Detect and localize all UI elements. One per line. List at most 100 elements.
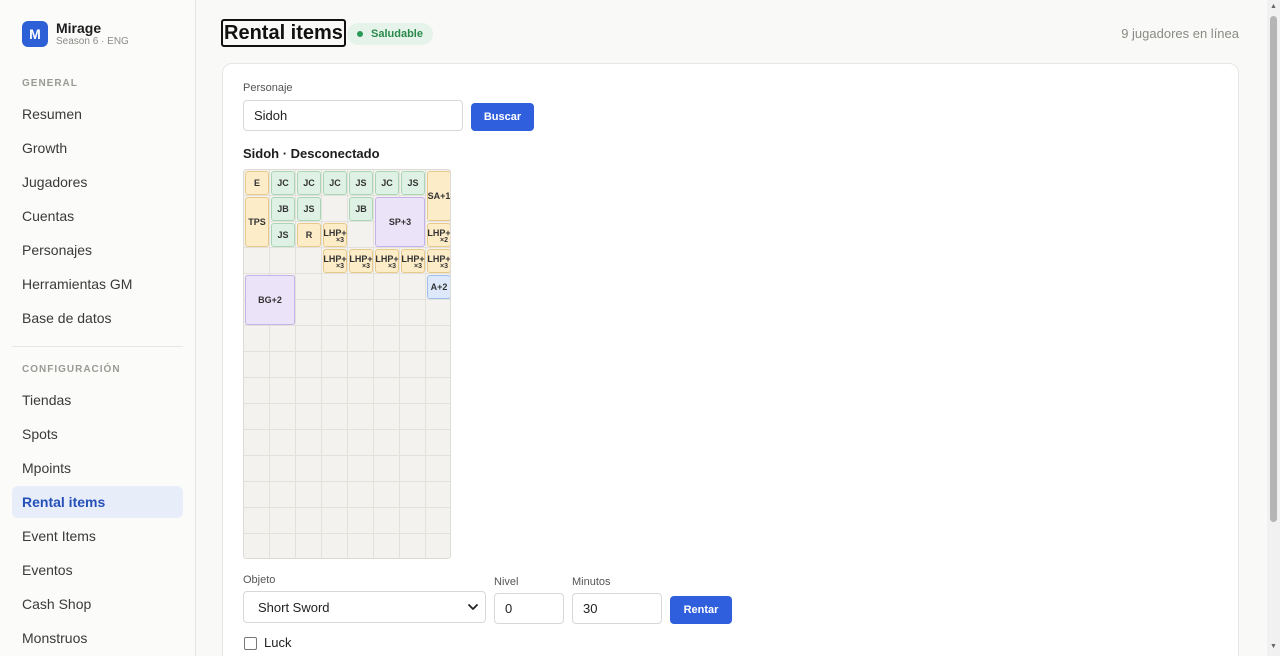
inventory-slot[interactable] <box>296 326 322 352</box>
inventory-slot[interactable] <box>400 352 426 378</box>
inventory-slot[interactable] <box>348 300 374 326</box>
inventory-slot[interactable] <box>322 534 348 558</box>
inventory-slot[interactable] <box>426 326 450 352</box>
inventory-slot[interactable] <box>296 430 322 456</box>
inventory-slot[interactable] <box>244 248 270 274</box>
inventory-slot[interactable] <box>400 404 426 430</box>
inventory-slot[interactable] <box>322 300 348 326</box>
inventory-slot[interactable] <box>322 326 348 352</box>
inventory-item[interactable]: JS <box>297 197 321 221</box>
inventory-slot[interactable] <box>296 248 322 274</box>
inventory-slot[interactable] <box>374 508 400 534</box>
page-scrollbar[interactable]: ▲ ▼ <box>1267 0 1280 656</box>
inventory-slot[interactable] <box>400 326 426 352</box>
character-search-input[interactable]: Sidoh <box>243 100 463 131</box>
inventory-slot[interactable] <box>374 456 400 482</box>
inventory-slot[interactable] <box>348 430 374 456</box>
sidebar-item-personajes[interactable]: Personajes <box>12 234 183 266</box>
inventory-item[interactable]: JC <box>323 171 347 195</box>
inventory-slot[interactable] <box>296 456 322 482</box>
inventory-item[interactable]: JB <box>349 197 373 221</box>
sidebar-item-growth[interactable]: Growth <box>12 132 183 164</box>
inventory-slot[interactable] <box>322 196 348 222</box>
inventory-slot[interactable] <box>296 352 322 378</box>
sidebar-item-resumen[interactable]: Resumen <box>12 98 183 130</box>
sidebar-item-rental-items[interactable]: Rental items <box>12 486 183 518</box>
inventory-slot[interactable] <box>244 326 270 352</box>
inventory-item[interactable]: LHP+ ×3 <box>323 223 347 247</box>
inventory-item[interactable]: JS <box>349 171 373 195</box>
inventory-item[interactable]: LHP+ ×3 <box>349 249 373 273</box>
inventory-item[interactable]: JC <box>375 171 399 195</box>
inventory-item[interactable]: BG+2 <box>245 275 295 325</box>
luck-checkbox[interactable] <box>244 637 257 650</box>
inventory-slot[interactable] <box>244 456 270 482</box>
inventory-item[interactable]: JS <box>401 171 425 195</box>
inventory-slot[interactable] <box>322 456 348 482</box>
scroll-up-icon[interactable]: ▲ <box>1269 2 1278 11</box>
inventory-slot[interactable] <box>426 404 450 430</box>
inventory-slot[interactable] <box>374 274 400 300</box>
inventory-slot[interactable] <box>296 508 322 534</box>
sidebar-item-eventos[interactable]: Eventos <box>12 554 183 586</box>
inventory-slot[interactable] <box>426 378 450 404</box>
scroll-thumb[interactable] <box>1270 16 1277 522</box>
inventory-slot[interactable] <box>374 430 400 456</box>
inventory-slot[interactable] <box>348 378 374 404</box>
sidebar-item-cuentas[interactable]: Cuentas <box>12 200 183 232</box>
inventory-slot[interactable] <box>400 274 426 300</box>
inventory-slot[interactable] <box>348 326 374 352</box>
inventory-item[interactable]: JB <box>271 197 295 221</box>
sidebar-item-monstruos[interactable]: Monstruos <box>12 622 183 654</box>
inventory-slot[interactable] <box>322 274 348 300</box>
inventory-slot[interactable] <box>322 352 348 378</box>
inventory-slot[interactable] <box>374 534 400 558</box>
inventory-slot[interactable] <box>270 326 296 352</box>
inventory-slot[interactable] <box>400 456 426 482</box>
inventory-slot[interactable] <box>322 378 348 404</box>
inventory-item[interactable]: LHP+ ×3 <box>427 249 450 273</box>
inventory-slot[interactable] <box>244 404 270 430</box>
inventory-slot[interactable] <box>374 482 400 508</box>
inventory-slot[interactable] <box>374 378 400 404</box>
inventory-slot[interactable] <box>400 300 426 326</box>
inventory-slot[interactable] <box>244 508 270 534</box>
inventory-slot[interactable] <box>426 508 450 534</box>
level-input[interactable]: 0 <box>494 593 564 624</box>
inventory-item[interactable]: JC <box>271 171 295 195</box>
inventory-slot[interactable] <box>400 378 426 404</box>
inventory-slot[interactable] <box>348 508 374 534</box>
inventory-item[interactable]: A+2 <box>427 275 450 299</box>
inventory-item[interactable]: LHP+ ×3 <box>323 249 347 273</box>
inventory-slot[interactable] <box>244 352 270 378</box>
inventory-slot[interactable] <box>426 534 450 558</box>
inventory-slot[interactable] <box>374 326 400 352</box>
inventory-slot[interactable] <box>348 534 374 558</box>
inventory-slot[interactable] <box>400 482 426 508</box>
sidebar-item-mpoints[interactable]: Mpoints <box>12 452 183 484</box>
inventory-item[interactable]: R <box>297 223 321 247</box>
inventory-item[interactable]: LHP+ ×3 <box>401 249 425 273</box>
inventory-slot[interactable] <box>400 508 426 534</box>
inventory-item[interactable]: E <box>245 171 269 195</box>
sidebar-item-spots[interactable]: Spots <box>12 418 183 450</box>
inventory-item[interactable]: LHP+ ×3 <box>375 249 399 273</box>
inventory-slot[interactable] <box>400 534 426 558</box>
inventory-slot[interactable] <box>296 274 322 300</box>
inventory-slot[interactable] <box>374 300 400 326</box>
inventory-slot[interactable] <box>426 300 450 326</box>
inventory-slot[interactable] <box>296 534 322 558</box>
search-button[interactable]: Buscar <box>471 103 534 131</box>
inventory-item[interactable]: JC <box>297 171 321 195</box>
inventory-slot[interactable] <box>270 248 296 274</box>
inventory-item[interactable]: SA+1 <box>427 171 450 221</box>
inventory-item[interactable]: LHP+ ×2 <box>427 223 450 247</box>
inventory-slot[interactable] <box>348 482 374 508</box>
inventory-slot[interactable] <box>244 482 270 508</box>
inventory-item[interactable]: TPS <box>245 197 269 247</box>
brand[interactable]: M Mirage Season 6 · ENG <box>22 20 129 48</box>
inventory-slot[interactable] <box>322 404 348 430</box>
inventory-slot[interactable] <box>400 430 426 456</box>
inventory-slot[interactable] <box>374 404 400 430</box>
inventory-slot[interactable] <box>296 300 322 326</box>
